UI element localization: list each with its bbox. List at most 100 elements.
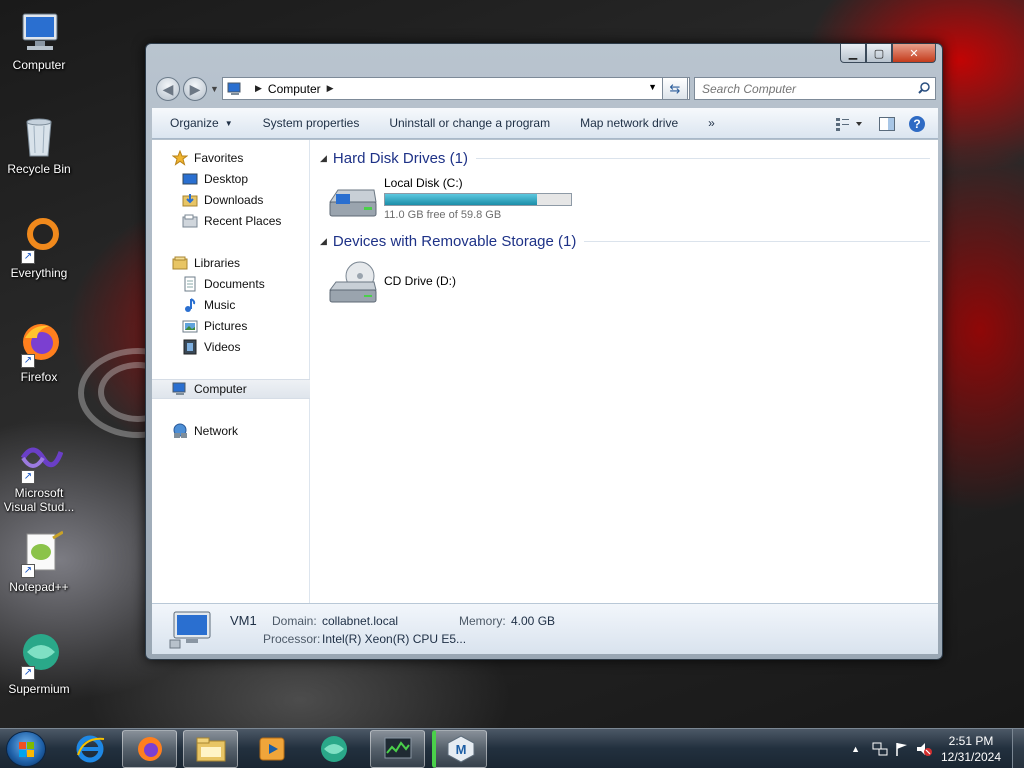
more-commands-button[interactable]: » xyxy=(693,108,730,139)
nav-favorites[interactable]: Favorites xyxy=(152,148,310,168)
remote-desktop-icon: M xyxy=(447,735,475,763)
drive-cd-d[interactable]: CD Drive (D:) xyxy=(326,258,456,308)
shortcut-arrow-icon: ↗ xyxy=(21,666,35,680)
desktop-icon-label: Computer xyxy=(12,58,66,72)
clock-date: 12/31/2024 xyxy=(940,750,1002,764)
drive-name: Local Disk (C:) xyxy=(384,176,463,190)
show-desktop-button[interactable] xyxy=(1012,729,1024,768)
nav-recent-places[interactable]: Recent Places xyxy=(152,211,310,231)
disk-usage-fill xyxy=(385,194,537,205)
minimize-button[interactable]: ▁ xyxy=(840,44,866,63)
cd-drive-icon xyxy=(329,261,377,303)
taskbar-windows-explorer[interactable] xyxy=(183,730,238,768)
nav-documents[interactable]: Documents xyxy=(152,274,310,294)
taskbar-firefox[interactable] xyxy=(122,730,177,768)
taskbar-remote-app[interactable]: M xyxy=(432,730,487,768)
search-icon[interactable] xyxy=(918,82,930,94)
view-options-icon xyxy=(836,117,862,131)
downloads-folder-icon xyxy=(182,194,198,207)
address-bar[interactable]: ▶ Computer ▶ ▼ xyxy=(222,77,690,100)
nav-computer[interactable]: Computer xyxy=(152,379,310,399)
desktop-icon-computer[interactable]: Computer xyxy=(0,8,78,72)
drive-free-space: 11.0 GB free of 59.8 GB xyxy=(384,209,502,221)
taskbar-supermium[interactable] xyxy=(306,730,361,768)
back-arrow-icon: ◀ xyxy=(162,80,174,97)
breadcrumb-computer[interactable]: Computer xyxy=(268,82,321,96)
search-input[interactable] xyxy=(695,81,905,96)
view-controls: ? xyxy=(828,108,932,139)
supermium-icon xyxy=(320,736,347,762)
preview-pane-icon xyxy=(879,116,895,131)
address-dropdown-icon[interactable]: ▼ xyxy=(648,82,657,92)
desktop-icon-label: Recycle Bin xyxy=(7,162,71,176)
search-box[interactable] xyxy=(694,77,936,100)
close-button[interactable]: ✕ xyxy=(892,44,936,63)
shortcut-arrow-icon: ↗ xyxy=(21,250,35,264)
domain-label: Domain: xyxy=(272,614,317,628)
nav-pictures[interactable]: Pictures xyxy=(152,316,310,336)
nav-downloads[interactable]: Downloads xyxy=(152,190,310,210)
taskbar-task-manager[interactable] xyxy=(370,730,425,768)
documents-icon xyxy=(184,276,196,292)
help-button[interactable]: ? xyxy=(902,108,932,139)
drive-local-disk-c[interactable]: Local Disk (C:) 11.0 GB free of 59.8 GB xyxy=(326,176,572,224)
desktop-icon-label: Notepad++ xyxy=(9,580,69,594)
svg-text:?: ? xyxy=(913,117,920,131)
breadcrumb-chevron-icon[interactable]: ▶ xyxy=(327,83,334,94)
system-properties-button[interactable]: System properties xyxy=(248,108,375,139)
nav-desktop[interactable]: Desktop xyxy=(152,169,310,189)
shortcut-arrow-icon: ↗ xyxy=(21,354,35,368)
group-removable-storage[interactable]: ◢ Devices with Removable Storage (1) xyxy=(320,233,930,250)
collapse-triangle-icon[interactable]: ◢ xyxy=(320,236,327,247)
nav-libraries[interactable]: Libraries xyxy=(152,253,310,273)
media-player-icon xyxy=(259,737,284,761)
map-network-drive-button[interactable]: Map network drive xyxy=(565,108,693,139)
hard-drive-icon xyxy=(329,189,377,217)
collapse-triangle-icon[interactable]: ◢ xyxy=(320,153,327,164)
nav-music[interactable]: Music xyxy=(152,295,310,315)
taskbar-internet-explorer[interactable] xyxy=(62,730,117,768)
system-tray: ▲ 2:51 PM 12/31/2024 xyxy=(851,729,1024,768)
desktop-icon-everything[interactable]: ↗ Everything xyxy=(0,216,78,280)
start-button[interactable] xyxy=(6,731,46,767)
network-tray-icon[interactable] xyxy=(872,741,888,757)
preview-pane-button[interactable] xyxy=(872,108,902,139)
breadcrumb-chevron-icon[interactable]: ▶ xyxy=(255,83,262,94)
refresh-button[interactable]: ⇆ xyxy=(662,77,688,100)
desktop-folder-icon xyxy=(182,173,198,185)
group-hard-disk-drives[interactable]: ◢ Hard Disk Drives (1) xyxy=(320,150,930,167)
help-icon: ? xyxy=(909,115,925,132)
uninstall-program-button[interactable]: Uninstall or change a program xyxy=(374,108,565,139)
command-bar: Organize ▼ System properties Uninstall or… xyxy=(152,108,938,139)
desktop-icon-notepad-plus-plus[interactable]: ↗ Notepad++ xyxy=(0,530,78,594)
maximize-button[interactable]: ▢ xyxy=(866,44,892,63)
change-view-button[interactable] xyxy=(828,108,872,139)
chevron-down-icon: ▼ xyxy=(224,118,233,128)
forward-button[interactable]: ▶ xyxy=(183,77,207,101)
taskbar-media-player[interactable] xyxy=(244,730,299,768)
clock-time: 2:51 PM xyxy=(948,734,994,748)
refresh-icon: ⇆ xyxy=(669,80,681,96)
show-hidden-icons-button[interactable]: ▲ xyxy=(851,744,860,754)
action-center-flag-icon[interactable] xyxy=(894,741,910,757)
back-button[interactable]: ◀ xyxy=(156,77,180,101)
desktop-icon-visual-studio[interactable]: ↗ Microsoft Visual Stud... xyxy=(0,436,78,514)
organize-button[interactable]: Organize ▼ xyxy=(152,108,248,139)
desktop-icon-recycle-bin[interactable]: Recycle Bin xyxy=(0,112,78,176)
everything-search-icon: ↗ xyxy=(15,216,63,264)
nav-network[interactable]: Network xyxy=(152,421,310,441)
nav-videos[interactable]: Videos xyxy=(152,337,310,357)
shortcut-arrow-icon: ↗ xyxy=(21,470,35,484)
clock[interactable]: 2:51 PM 12/31/2024 xyxy=(936,733,1006,765)
desktop-icon-firefox[interactable]: ↗ Firefox xyxy=(0,320,78,384)
nav-label: Downloads xyxy=(204,193,264,207)
desktop-icon-supermium[interactable]: ↗ Supermium xyxy=(0,632,78,696)
nav-label: Desktop xyxy=(204,172,249,186)
processor-value: Intel(R) Xeon(R) CPU E5... xyxy=(322,632,467,646)
recent-pages-dropdown[interactable]: ▼ xyxy=(210,84,219,94)
music-icon xyxy=(185,298,196,312)
caption-buttons: ▁ ▢ ✕ xyxy=(840,44,936,63)
desktop-icon-label: Everything xyxy=(10,266,68,280)
firefox-icon xyxy=(137,737,162,761)
volume-muted-icon[interactable] xyxy=(916,741,932,757)
